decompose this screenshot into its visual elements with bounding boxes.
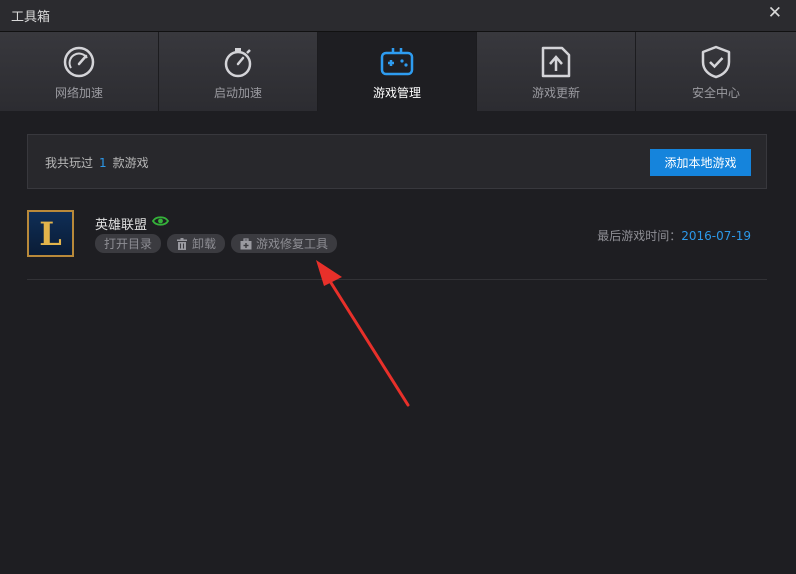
games-summary-bar: 我共玩过 1 款游戏 添加本地游戏 (27, 134, 767, 189)
tab-label: 启动加速 (213, 86, 262, 100)
trash-icon (177, 237, 188, 250)
tab-startup-acceleration[interactable]: 启动加速 (159, 32, 318, 111)
gamepad-icon (380, 48, 414, 76)
close-icon[interactable]: ✕ (768, 3, 782, 23)
shield-check-icon (701, 45, 731, 79)
open-directory-button[interactable]: 打开目录 (95, 234, 162, 253)
title-bar: 工具箱 ✕ (0, 0, 796, 32)
update-box-icon (541, 46, 571, 78)
tab-bar: 网络加速 启动加速 游戏管理 游戏更新 安全中心 (0, 32, 796, 111)
tab-label: 游戏管理 (372, 86, 421, 100)
annotation-arrow-icon (316, 260, 410, 407)
speedometer-icon (63, 46, 95, 78)
stopwatch-icon (224, 48, 252, 78)
tab-game-management[interactable]: 游戏管理 (318, 32, 477, 111)
tab-game-update[interactable]: 游戏更新 (477, 32, 636, 111)
tab-label: 游戏更新 (531, 86, 580, 100)
game-logo-icon[interactable]: L (27, 210, 74, 257)
tab-security-center[interactable]: 安全中心 (636, 32, 796, 111)
last-played: 最后游戏时间：2016-07-19 (597, 229, 751, 243)
tab-label: 安全中心 (691, 86, 740, 100)
eye-icon[interactable] (152, 215, 169, 227)
game-name: 英雄联盟 (95, 218, 148, 233)
window-title: 工具箱 (11, 10, 51, 25)
last-played-date: 2016-07-19 (681, 229, 751, 243)
uninstall-button[interactable]: 卸载 (167, 234, 226, 253)
summary-text: 我共玩过 1 款游戏 (45, 156, 149, 170)
tab-label: 网络加速 (54, 86, 103, 100)
tab-network-acceleration[interactable]: 网络加速 (0, 32, 159, 111)
add-local-game-button[interactable]: 添加本地游戏 (650, 149, 751, 176)
games-count: 1 (99, 156, 107, 170)
toolbox-icon (240, 237, 252, 249)
